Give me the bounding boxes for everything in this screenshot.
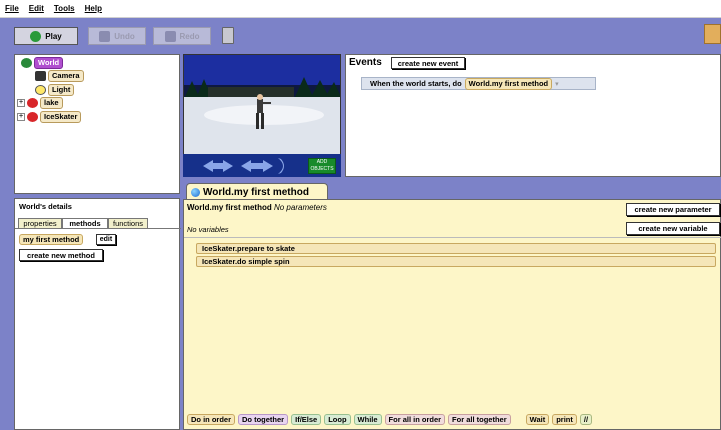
do-together-tile[interactable]: Do together	[238, 413, 289, 425]
print-tile[interactable]: print	[552, 413, 577, 425]
tree-item-iceskater[interactable]: + IceSkater	[17, 111, 82, 123]
edit-method-button[interactable]: edit	[96, 234, 116, 245]
redo-label: Redo	[179, 31, 200, 41]
rotate-arrow-icon	[278, 158, 284, 174]
event-method-chip[interactable]: World.my first method	[464, 77, 553, 90]
lake-label: lake	[40, 97, 63, 109]
events-title: Events	[349, 57, 382, 68]
expand-icon[interactable]: +	[17, 113, 25, 121]
for-all-together-tile[interactable]: For all together	[448, 413, 511, 425]
create-new-variable-button[interactable]: create new variable	[626, 222, 720, 235]
editor-tab-title: World.my first method	[203, 186, 309, 198]
divider	[184, 237, 721, 238]
tree-item-world[interactable]: World	[21, 57, 64, 69]
comment-tile[interactable]: //	[579, 413, 593, 425]
add-objects-button[interactable]: ADD OBJECTS	[308, 158, 336, 174]
pan-arrow-icon	[241, 160, 273, 172]
move-arrow-icon	[203, 160, 233, 172]
menu-file[interactable]: File	[5, 4, 19, 13]
menu-edit[interactable]: Edit	[29, 4, 44, 13]
camera-label: Camera	[48, 70, 84, 82]
method-name: World.my first method	[187, 203, 272, 212]
expand-icon[interactable]: +	[17, 99, 25, 107]
details-panel: World's details properties methods funct…	[14, 198, 181, 430]
menu-help[interactable]: Help	[85, 4, 102, 13]
wait-tile[interactable]: Wait	[525, 413, 550, 425]
menu-bar: File Edit Tools Help	[0, 0, 721, 18]
object-tree: World Camera Light + lake + IceSkater	[14, 54, 180, 194]
light-bulb-icon	[35, 85, 46, 95]
event-row[interactable]: When the world starts, do World.my first…	[361, 77, 596, 90]
toolbar: Play Undo Redo	[0, 18, 721, 53]
redo-icon	[164, 30, 176, 42]
iceskater-icon	[27, 112, 38, 122]
world-icon	[21, 58, 32, 68]
create-new-event-button[interactable]: create new event	[391, 57, 465, 69]
play-button[interactable]: Play	[14, 27, 78, 45]
light-label: Light	[48, 84, 75, 96]
create-new-parameter-button[interactable]: create new parameter	[626, 203, 720, 216]
variables-label: No variables	[187, 225, 229, 234]
tree-item-lake[interactable]: + lake	[17, 97, 63, 109]
play-label: Play	[45, 31, 62, 41]
menu-tools[interactable]: Tools	[54, 4, 75, 13]
world-label: World	[34, 57, 64, 69]
while-tile[interactable]: While	[353, 413, 382, 425]
method-editor: World.my first method No parameters crea…	[183, 199, 721, 430]
dropdown-arrow-icon[interactable]: ▾	[555, 80, 559, 88]
iceskater-label: IceSkater	[40, 111, 82, 123]
camera-icon	[35, 71, 46, 81]
undo-button[interactable]: Undo	[88, 27, 146, 45]
events-panel: Events create new event When the world s…	[345, 54, 721, 177]
play-icon	[30, 30, 42, 42]
details-title: World's details	[19, 202, 72, 211]
for-all-in-order-tile[interactable]: For all in order	[384, 413, 446, 425]
redo-button[interactable]: Redo	[153, 27, 211, 45]
method-item[interactable]: my first method	[19, 234, 84, 245]
control-palette: Do in order Do together If/Else Loop Whi…	[184, 411, 721, 427]
if-else-tile[interactable]: If/Else	[291, 413, 322, 425]
tab-divider	[15, 228, 181, 229]
editor-tab[interactable]: World.my first method	[186, 183, 328, 200]
folder-icon[interactable]	[704, 24, 721, 44]
tree-item-light[interactable]: Light	[35, 84, 75, 96]
do-in-order-tile[interactable]: Do in order	[187, 413, 236, 425]
method-params: No parameters	[273, 203, 327, 212]
create-new-method-button[interactable]: create new method	[19, 249, 103, 261]
method-header: World.my first method No parameters	[187, 203, 327, 212]
loop-tile[interactable]: Loop	[324, 413, 351, 425]
event-trigger: When the world starts, do	[370, 79, 462, 88]
statement-row[interactable]: IceSkater.prepare to skate	[196, 243, 716, 254]
statement-row[interactable]: IceSkater.do simple spin	[196, 256, 716, 267]
lake-icon	[27, 98, 38, 108]
undo-icon	[99, 30, 111, 42]
trash-icon[interactable]	[222, 27, 234, 44]
tree-item-camera[interactable]: Camera	[35, 70, 84, 82]
world-globe-icon	[191, 187, 200, 197]
undo-label: Undo	[114, 31, 135, 41]
